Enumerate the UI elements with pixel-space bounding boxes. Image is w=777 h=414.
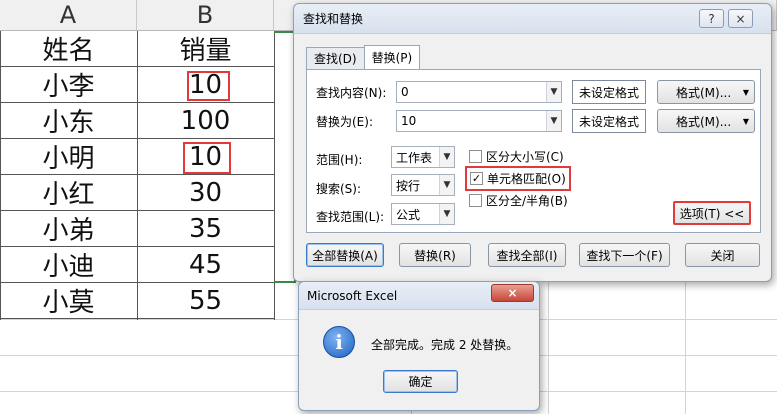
cell-qty[interactable]: 35 xyxy=(137,211,274,247)
cell-a1[interactable]: 姓名 xyxy=(0,31,137,67)
info-icon: i xyxy=(323,326,355,358)
dropdown-arrow-icon[interactable]: ▼ xyxy=(439,175,454,195)
cell-name[interactable]: 小莫 xyxy=(0,283,137,319)
replace-input[interactable]: 10 ▼ xyxy=(396,110,562,132)
dropdown-arrow-icon[interactable]: ▼ xyxy=(439,147,454,167)
column-header-a[interactable]: A xyxy=(0,0,137,31)
match-cell-checkbox[interactable]: ✓ 单元格匹配(O) xyxy=(465,166,571,191)
tab-find[interactable]: 查找(D) xyxy=(306,47,365,69)
look-in-label: 查找范围(L): xyxy=(316,210,385,224)
chevron-down-icon: ▼ xyxy=(742,116,749,126)
checkbox-icon[interactable] xyxy=(469,194,482,207)
find-format-button[interactable]: 格式(M)... ▼ xyxy=(657,80,755,104)
chevron-down-icon: ▼ xyxy=(742,87,749,97)
within-label: 范围(H): xyxy=(316,153,363,167)
cell-b1[interactable]: 销量 xyxy=(137,31,274,67)
replace-format-preview: 未设定格式 xyxy=(572,109,646,133)
replace-all-button[interactable]: 全部替换(A) xyxy=(306,243,384,267)
replace-format-button[interactable]: 格式(M)... ▼ xyxy=(657,109,755,133)
cell-name[interactable]: 小红 xyxy=(0,175,137,211)
help-button[interactable]: ? xyxy=(699,9,724,28)
message-title: Microsoft Excel xyxy=(307,288,398,303)
match-case-checkbox[interactable]: 区分大小写(C) xyxy=(469,148,564,165)
replace-label: 替换为(E): xyxy=(316,115,373,129)
message-text: 全部完成。完成 2 处替换。 xyxy=(371,338,519,352)
replace-button[interactable]: 替换(R) xyxy=(399,243,471,267)
match-width-checkbox[interactable]: 区分全/半角(B) xyxy=(469,192,568,209)
find-label: 查找内容(N): xyxy=(316,86,387,100)
message-box: Microsoft Excel × i 全部完成。完成 2 处替换。 确定 xyxy=(298,281,540,411)
checkbox-icon[interactable] xyxy=(469,150,482,163)
search-label: 搜索(S): xyxy=(316,182,362,196)
find-all-button[interactable]: 查找全部(I) xyxy=(488,243,566,267)
find-next-button[interactable]: 查找下一个(F) xyxy=(579,243,670,267)
dropdown-arrow-icon[interactable]: ▼ xyxy=(439,204,454,224)
look-in-select[interactable]: 公式 ▼ xyxy=(391,203,455,225)
checkmark-icon[interactable]: ✓ xyxy=(470,172,483,185)
dialog-tabs: 查找(D) 替换(P) xyxy=(306,45,421,69)
dropdown-arrow-icon[interactable]: ▼ xyxy=(546,111,561,131)
message-close-button[interactable]: × xyxy=(491,284,534,302)
replaced-highlight xyxy=(187,71,230,101)
cell-qty[interactable]: 100 xyxy=(137,103,274,139)
search-select[interactable]: 按行 ▼ xyxy=(391,174,455,196)
cell-name[interactable]: 小李 xyxy=(0,67,137,103)
find-format-preview: 未设定格式 xyxy=(572,80,646,104)
replace-panel: 查找内容(N): 0 ▼ 未设定格式 格式(M)... ▼ 替换为(E): 10 … xyxy=(306,69,761,233)
tab-replace[interactable]: 替换(P) xyxy=(363,45,421,69)
close-button[interactable]: × xyxy=(728,9,753,28)
cell-name[interactable]: 小弟 xyxy=(0,211,137,247)
replaced-highlight xyxy=(183,142,231,174)
cell-name[interactable]: 小明 xyxy=(0,139,137,175)
cell-name[interactable]: 小迪 xyxy=(0,247,137,283)
ok-button[interactable]: 确定 xyxy=(383,370,458,393)
find-input[interactable]: 0 ▼ xyxy=(396,81,562,103)
options-button[interactable]: 选项(T) << xyxy=(673,201,751,225)
dialog-close-button[interactable]: 关闭 xyxy=(685,243,760,267)
dialog-title: 查找和替换 xyxy=(303,12,364,26)
find-replace-dialog: 查找和替换 ? × 查找(D) 替换(P) 查找内容(N): 0 ▼ 未设定格式… xyxy=(293,3,772,282)
column-header-b[interactable]: B xyxy=(137,0,274,31)
dropdown-arrow-icon[interactable]: ▼ xyxy=(546,82,561,102)
cell-name[interactable]: 小东 xyxy=(0,103,137,139)
cell-qty[interactable]: 45 xyxy=(137,247,274,283)
cell-qty[interactable]: 55 xyxy=(137,283,274,319)
within-select[interactable]: 工作表 ▼ xyxy=(391,146,455,168)
cell-qty[interactable]: 30 xyxy=(137,175,274,211)
